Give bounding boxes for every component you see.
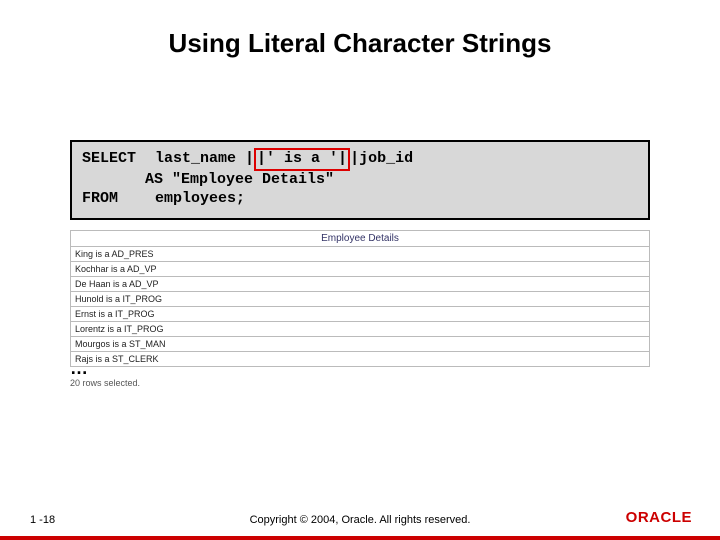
cell: Rajs is a ST_CLERK: [71, 352, 650, 367]
oracle-logo: ORACLE: [626, 509, 692, 526]
code-line: AS "Employee Details": [82, 171, 638, 190]
cell: Lorentz is a IT_PROG: [71, 322, 650, 337]
table-row: De Haan is a AD_VP: [71, 277, 650, 292]
table-row: King is a AD_PRES: [71, 247, 650, 262]
table-row: Kochhar is a AD_VP: [71, 262, 650, 277]
cell: De Haan is a AD_VP: [71, 277, 650, 292]
table-row: Ernst is a IT_PROG: [71, 307, 650, 322]
cell: Hunold is a IT_PROG: [71, 292, 650, 307]
copyright: Copyright © 2004, Oracle. All rights res…: [0, 514, 720, 526]
row-count: 20 rows selected.: [70, 378, 140, 388]
table-row: Mourgos is a ST_MAN: [71, 337, 650, 352]
sql-code-block: SELECT last_name ||' is a '||job_id AS "…: [70, 140, 650, 220]
code-segment: |job_id: [350, 150, 413, 167]
slide: Using Literal Character Strings SELECT l…: [0, 0, 720, 540]
keyword-select: SELECT: [82, 150, 146, 169]
column-header: Employee Details: [71, 231, 650, 247]
table-row: Rajs is a ST_CLERK: [71, 352, 650, 367]
results-body: King is a AD_PRES Kochhar is a AD_VP De …: [71, 247, 650, 367]
ellipsis: …: [70, 358, 88, 379]
code-segment: last_name |: [155, 150, 254, 167]
code-segment: employees;: [155, 190, 245, 207]
cell: King is a AD_PRES: [71, 247, 650, 262]
slide-title: Using Literal Character Strings: [0, 28, 720, 59]
literal-highlight: |' is a '|: [254, 148, 350, 171]
cell: Ernst is a IT_PROG: [71, 307, 650, 322]
cell: Mourgos is a ST_MAN: [71, 337, 650, 352]
footer: 1 -18 Copyright © 2004, Oracle. All righ…: [0, 504, 720, 540]
cell: Kochhar is a AD_VP: [71, 262, 650, 277]
query-results: Employee Details King is a AD_PRES Kochh…: [70, 230, 650, 367]
table-row: Lorentz is a IT_PROG: [71, 322, 650, 337]
results-table: Employee Details King is a AD_PRES Kochh…: [70, 230, 650, 367]
footer-accent-bar: [0, 536, 720, 540]
table-row: Hunold is a IT_PROG: [71, 292, 650, 307]
keyword-from: FROM: [82, 190, 146, 209]
